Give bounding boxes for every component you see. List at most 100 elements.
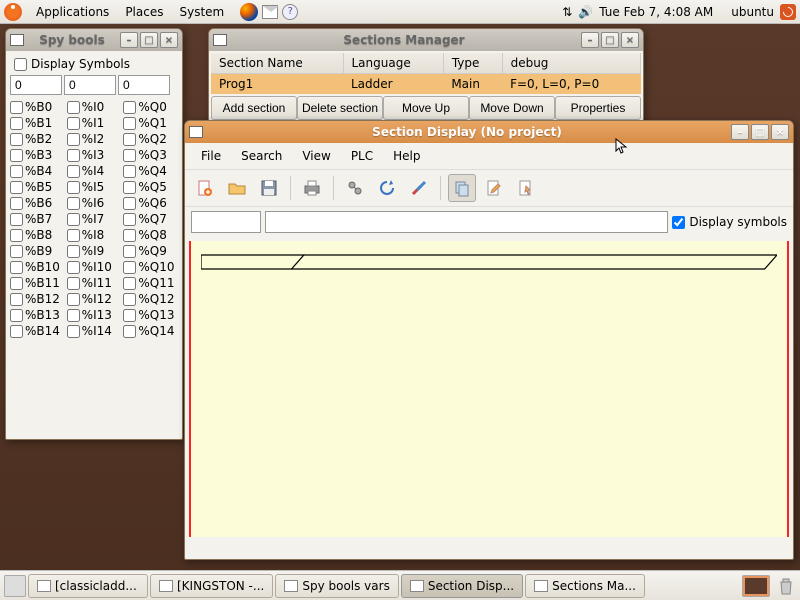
close-button[interactable]: ×: [621, 32, 639, 48]
bool-checkbox[interactable]: [67, 101, 80, 114]
menu-search[interactable]: Search: [231, 145, 292, 167]
bool-checkbox[interactable]: [10, 309, 23, 322]
menu-plc[interactable]: PLC: [341, 145, 383, 167]
pointer-icon[interactable]: [512, 174, 540, 202]
bool-checkbox[interactable]: [123, 293, 136, 306]
spy-offset-i[interactable]: [64, 75, 116, 95]
bool-checkbox[interactable]: [67, 197, 80, 210]
user-label[interactable]: ubuntu: [731, 5, 774, 19]
save-icon[interactable]: [255, 174, 283, 202]
bool-checkbox[interactable]: [123, 117, 136, 130]
bool-checkbox[interactable]: [67, 213, 80, 226]
bool-checkbox[interactable]: [10, 277, 23, 290]
task-sections-manager[interactable]: Sections Ma...: [525, 574, 645, 598]
open-icon[interactable]: [223, 174, 251, 202]
bool-checkbox[interactable]: [67, 277, 80, 290]
bool-checkbox[interactable]: [10, 165, 23, 178]
spy-titlebar[interactable]: Spy bools – □ ×: [6, 29, 182, 51]
col-debug[interactable]: debug: [502, 53, 640, 74]
copy-icon[interactable]: [448, 174, 476, 202]
run-icon[interactable]: [341, 174, 369, 202]
bool-checkbox[interactable]: [123, 325, 136, 338]
ladder-canvas[interactable]: [189, 241, 789, 537]
bool-checkbox[interactable]: [10, 325, 23, 338]
bool-checkbox[interactable]: [67, 229, 80, 242]
spy-offset-b[interactable]: [10, 75, 62, 95]
rung-comment-input[interactable]: [265, 211, 668, 233]
bool-checkbox[interactable]: [123, 261, 136, 274]
sd-titlebar[interactable]: Section Display (No project) – □ ×: [185, 121, 793, 143]
menu-file[interactable]: File: [191, 145, 231, 167]
workspace-switcher[interactable]: [742, 575, 770, 597]
display-symbols-checkbox[interactable]: [14, 58, 27, 71]
trash-icon[interactable]: [776, 576, 796, 596]
bool-checkbox[interactable]: [123, 197, 136, 210]
network-icon[interactable]: ⇅: [562, 5, 572, 19]
menu-help[interactable]: Help: [383, 145, 430, 167]
task-classicladder[interactable]: [classicladd...: [28, 574, 148, 598]
bool-checkbox[interactable]: [67, 245, 80, 258]
bool-checkbox[interactable]: [67, 181, 80, 194]
power-icon[interactable]: [780, 4, 796, 20]
close-button[interactable]: ×: [160, 32, 178, 48]
bool-checkbox[interactable]: [67, 117, 80, 130]
bool-checkbox[interactable]: [10, 133, 23, 146]
bool-checkbox[interactable]: [10, 229, 23, 242]
col-language[interactable]: Language: [343, 53, 443, 74]
bool-checkbox[interactable]: [67, 261, 80, 274]
menu-places[interactable]: Places: [117, 1, 171, 23]
bool-checkbox[interactable]: [10, 117, 23, 130]
bool-checkbox[interactable]: [123, 245, 136, 258]
minimize-button[interactable]: –: [731, 124, 749, 140]
bool-checkbox[interactable]: [67, 309, 80, 322]
bool-checkbox[interactable]: [123, 277, 136, 290]
add-section-button[interactable]: Add section: [211, 96, 297, 120]
bool-checkbox[interactable]: [123, 181, 136, 194]
menu-system[interactable]: System: [171, 1, 232, 23]
maximize-button[interactable]: □: [601, 32, 619, 48]
edit-icon[interactable]: [480, 174, 508, 202]
volume-icon[interactable]: 🔊: [578, 5, 593, 19]
show-desktop-button[interactable]: [4, 575, 26, 597]
tools-icon[interactable]: [405, 174, 433, 202]
bool-checkbox[interactable]: [10, 101, 23, 114]
ubuntu-logo-icon[interactable]: [4, 3, 22, 21]
bool-checkbox[interactable]: [123, 213, 136, 226]
move-up-button[interactable]: Move Up: [383, 96, 469, 120]
col-section-name[interactable]: Section Name: [211, 53, 343, 74]
bool-checkbox[interactable]: [123, 165, 136, 178]
bool-checkbox[interactable]: [10, 213, 23, 226]
print-icon[interactable]: [298, 174, 326, 202]
help-icon[interactable]: ?: [282, 4, 298, 20]
bool-checkbox[interactable]: [10, 197, 23, 210]
bool-checkbox[interactable]: [67, 293, 80, 306]
bool-checkbox[interactable]: [10, 261, 23, 274]
bool-checkbox[interactable]: [67, 165, 80, 178]
spy-offset-q[interactable]: [118, 75, 170, 95]
firefox-icon[interactable]: [240, 3, 258, 21]
close-button[interactable]: ×: [771, 124, 789, 140]
bool-checkbox[interactable]: [67, 149, 80, 162]
refresh-icon[interactable]: [373, 174, 401, 202]
bool-checkbox[interactable]: [123, 101, 136, 114]
bool-checkbox[interactable]: [10, 245, 23, 258]
bool-checkbox[interactable]: [10, 293, 23, 306]
col-type[interactable]: Type: [443, 53, 502, 74]
maximize-button[interactable]: □: [140, 32, 158, 48]
task-kingston[interactable]: [KINGSTON -...: [150, 574, 273, 598]
maximize-button[interactable]: □: [751, 124, 769, 140]
bool-checkbox[interactable]: [123, 149, 136, 162]
bool-checkbox[interactable]: [67, 325, 80, 338]
new-icon[interactable]: [191, 174, 219, 202]
menu-applications[interactable]: Applications: [28, 1, 117, 23]
bool-checkbox[interactable]: [67, 133, 80, 146]
task-section-display[interactable]: Section Disp...: [401, 574, 523, 598]
sm-titlebar[interactable]: Sections Manager – □ ×: [209, 29, 643, 51]
table-row[interactable]: Prog1 Ladder Main F=0, L=0, P=0: [211, 74, 641, 95]
properties-button[interactable]: Properties: [555, 96, 641, 120]
mail-icon[interactable]: [262, 5, 278, 19]
bool-checkbox[interactable]: [10, 149, 23, 162]
menu-view[interactable]: View: [292, 145, 340, 167]
bool-checkbox[interactable]: [123, 229, 136, 242]
delete-section-button[interactable]: Delete section: [297, 96, 383, 120]
